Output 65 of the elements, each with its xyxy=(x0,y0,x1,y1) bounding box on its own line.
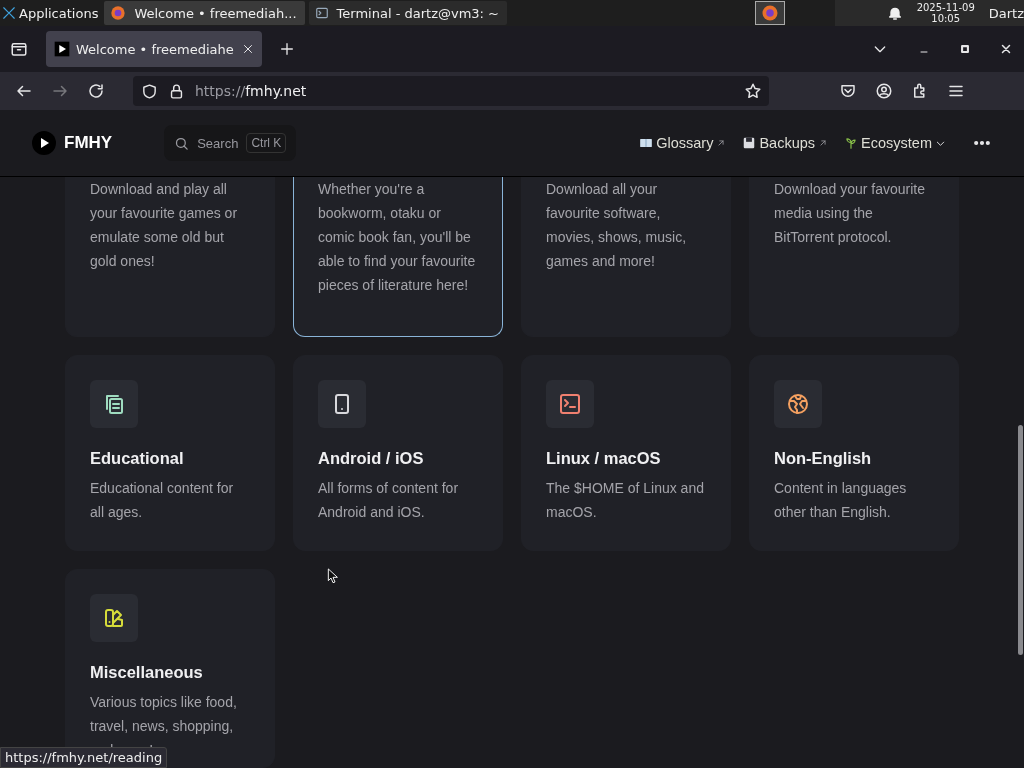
category-card[interactable]: Download all your favourite software, movies, shows, music, games and more! xyxy=(521,177,731,337)
category-card[interactable]: Download and play all your favourite games or emulate some old but gold ones! xyxy=(65,177,275,337)
user-name[interactable]: Dartz xyxy=(988,5,1024,21)
nav-link[interactable]: Glossary xyxy=(639,135,727,151)
card-title: Miscellaneous xyxy=(90,662,204,683)
category-card[interactable]: Linux / macOS The $HOME of Linux and macOS. xyxy=(521,355,731,551)
bell-icon[interactable] xyxy=(886,5,903,21)
taskbar-window-button[interactable]: Terminal - dartz@vm3: ~ xyxy=(308,1,507,25)
search-button[interactable]: Search Ctrl K xyxy=(164,125,297,161)
close-icon[interactable] xyxy=(1000,43,1012,55)
card-title: Non-English xyxy=(774,448,873,469)
clock-time[interactable]: 10:05 xyxy=(931,13,961,24)
lock-icon xyxy=(168,82,185,100)
search-icon xyxy=(174,135,190,151)
card-description: All forms of content for Android and iOS. xyxy=(318,479,460,522)
category-card[interactable]: Educational Educational content for all ages. xyxy=(65,355,275,551)
external-arrow-icon xyxy=(716,138,727,148)
tray-browser-button[interactable] xyxy=(754,1,785,25)
tab-title: Welcome • freemediahe xyxy=(76,41,235,57)
applications-menu-button[interactable]: Applications xyxy=(0,0,105,26)
card-title: Educational xyxy=(90,448,185,469)
account-icon[interactable] xyxy=(875,82,893,100)
browser-tab[interactable]: Welcome • freemediahe xyxy=(46,31,262,67)
tab-overview-icon[interactable] xyxy=(10,40,28,58)
card-description: Whether you're a bookworm, otaku or comic book fan, you'll be able to find your favourite pieces of literature here! xyxy=(318,180,477,295)
pocket-icon[interactable] xyxy=(839,82,857,100)
reload-icon[interactable] xyxy=(87,82,105,100)
card-description: Download and play all your favourite games or emulate some old but gold ones! xyxy=(90,180,239,271)
scrollbar-thumb[interactable] xyxy=(1018,425,1023,655)
play-logo-icon xyxy=(32,131,56,155)
star-icon[interactable] xyxy=(744,82,762,100)
category-card[interactable]: Whether you're a bookworm, otaku or comic book fan, you'll be able to find your favourite pieces of literature here! xyxy=(293,177,503,337)
new-tab-icon[interactable] xyxy=(279,41,295,57)
category-card[interactable]: Download your favourite media using the BitTorrent protocol. xyxy=(749,177,959,337)
card-title: Linux / macOS xyxy=(546,448,662,469)
terminal-icon xyxy=(314,6,329,20)
card-description: Download all your favourite software, movies, shows, music, games and more! xyxy=(546,180,688,271)
nav-link[interactable]: Ecosystem xyxy=(844,135,946,151)
nav-link[interactable]: Backups xyxy=(742,135,829,151)
app-menu-icon xyxy=(2,6,16,20)
browser-icon xyxy=(760,4,779,22)
card-description: Content in languages other than English. xyxy=(774,479,908,522)
clock-date[interactable]: 2025-11-09 xyxy=(916,2,975,13)
card-description: Educational content for all ages. xyxy=(90,479,235,522)
category-card[interactable]: Android / iOS All forms of content for Android and iOS. xyxy=(293,355,503,551)
card-title: Android / iOS xyxy=(318,448,425,469)
taskbar-window-button[interactable]: Welcome • freemediah... xyxy=(104,1,305,25)
play-logo-icon xyxy=(54,41,70,57)
sprout-icon xyxy=(844,136,859,150)
maximize-icon[interactable] xyxy=(960,44,970,54)
browser-icon xyxy=(110,5,127,21)
status-link-url: https://fmhy.net/reading xyxy=(0,747,168,768)
category-card[interactable]: Non-English Content in languages other than English. xyxy=(749,355,959,551)
external-arrow-icon xyxy=(818,138,829,148)
card-description: Download your favourite media using the BitTorrent protocol. xyxy=(774,180,926,247)
logo-link[interactable]: FMHY xyxy=(32,131,113,155)
shield-icon xyxy=(141,82,158,100)
address-bar[interactable]: https://fmhy.net xyxy=(133,76,769,106)
shortcut-key: Ctrl K xyxy=(246,133,287,153)
close-icon[interactable] xyxy=(242,43,254,55)
book-icon xyxy=(639,136,654,150)
card-description: The $HOME of Linux and macOS. xyxy=(546,479,705,522)
url-text: https://fmhy.net xyxy=(195,83,307,99)
search-label: Search xyxy=(197,135,239,151)
logo-text: FMHY xyxy=(64,133,113,153)
